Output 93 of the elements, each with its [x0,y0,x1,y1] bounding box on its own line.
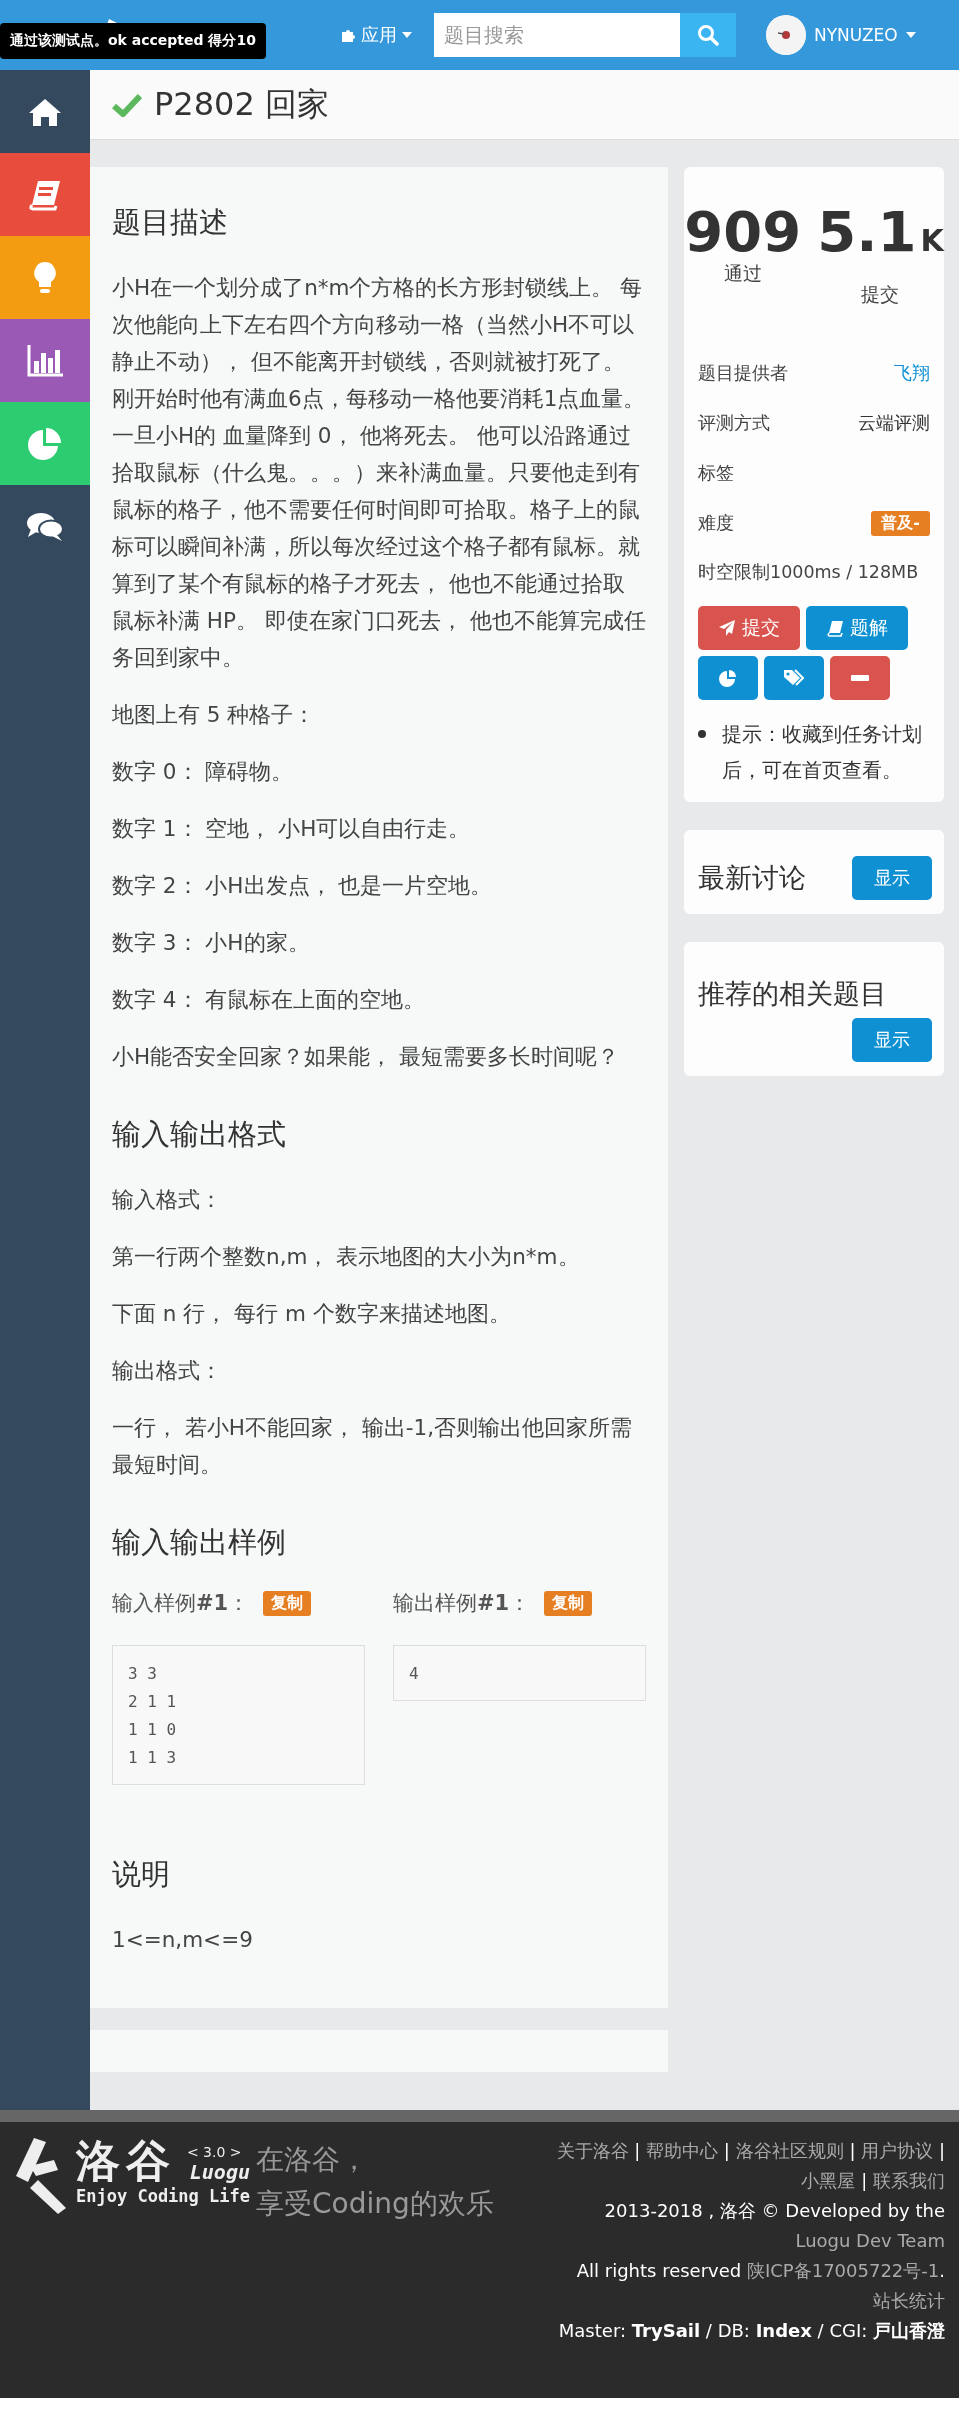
card-title: 最新讨论 [698,861,806,895]
paragraph: 数字 2： 小H出发点， 也是一片空地。 [112,872,494,900]
separator-text: | [723,2140,730,2161]
action-button[interactable]: 题解 [806,606,908,650]
paragraph: 数字 4： 有鼠标在上面的空地。 [112,986,427,1014]
stat-label: 提交 [861,282,900,307]
home-icon [28,96,62,127]
footer-link[interactable]: 站长统计 [873,2290,945,2311]
footer-link[interactable]: 关于洛谷 [556,2140,629,2161]
caret-icon [402,32,412,38]
footer-link[interactable]: 洛谷社区规则 [735,2140,844,2161]
problem-title: P2802 回家 [154,83,329,125]
sample-code: 4 [393,1645,646,1701]
comments-icon [26,511,64,542]
action-button[interactable] [764,656,824,700]
section-heading: 输入输出格式 [112,1116,287,1153]
section-heading: 输入输出样例 [112,1524,287,1561]
section-heading: 说明 [112,1856,171,1893]
footer-logo-text: 洛谷 [76,2136,177,2186]
bar-chart-icon [27,344,63,377]
paragraph: 数字 1： 空地， 小H可以自由行走。 [112,815,472,843]
sample-code: 3 3 2 1 1 1 1 0 1 1 3 [112,1645,365,1785]
card-title: 推荐的相关题目 [698,977,888,1011]
slogan-text: 在洛谷， [256,2142,369,2178]
rights-text: All rights reserved [576,2260,742,2281]
sample-label: 输入样例#1： [112,1590,250,1617]
slogan-text: 享受Coding的欢乐 [256,2186,494,2222]
sample-label: 输出样例#1： [393,1590,531,1617]
info-label: 题目提供者 [698,361,788,385]
info-value: 云端评测 [858,411,930,435]
action-button[interactable] [830,656,890,700]
search-field[interactable]: 题目搜索 [434,13,680,57]
info-label: 标签 [698,461,734,485]
pie-chart-icon [719,669,737,687]
tags-icon [783,669,805,687]
paper-plane-icon [718,619,736,637]
action-button[interactable] [698,656,758,700]
book-icon [826,619,844,637]
section-heading: 题目描述 [112,204,229,241]
sidebar-button[interactable] [0,153,90,236]
motto-text: Enjoy Coding Life [76,2186,250,2206]
lightbulb-icon [33,260,57,295]
footer-link[interactable]: 小黑屋 [801,2170,856,2191]
difficulty-tag: 普及- [871,510,930,536]
info-label: 难度 [698,511,734,535]
apps-menu[interactable]: 应用 [340,23,412,47]
book-icon [28,178,62,211]
paragraph: 数字 0： 障碍物。 [112,758,295,786]
show-button[interactable]: 显示 [852,856,932,900]
separator-text: | [938,2140,945,2161]
footer-link[interactable]: 用户协议 [861,2140,934,2161]
paragraph: 数字 3： 小H的家。 [112,929,311,957]
paragraph: 小H在一个划分成了n*m个方格的长方形封锁线上。 每次他能向上下左右四个方向移动一格（当然小H不可以静止不动）， 但不能离开封锁线，否则就被打死了。刚开始时他有满血6点，每移动一格他要消耗1点血量。一旦小H的 血量降到 0， 他将死去。 他可以沿路通过拾取鼠标（什么鬼。。。）来补满血量。只要他走到有鼠标的格子，他不需要任何时间即可拾取。格子上的鼠标可以瞬间补满，所以每次经过这个格子都有鼠标。就算到了某个有鼠标的格子才死去， 他也不能通过拾取鼠标补满 HP。 即使在家门口死去， 他也不能算完成任务回到家中。 [112,274,646,672]
provider-link[interactable]: 飞翔 [894,361,930,385]
show-button[interactable]: 显示 [852,1018,932,1062]
username[interactable]: NYNUZEO [814,25,898,45]
paragraph: 下面 n 行， 每行 m 个数字来描述地图。 [112,1300,512,1328]
copyright-text: 2013-2018 , 洛谷 © Developed by the [603,2199,945,2223]
pie-chart-icon [28,426,62,461]
search-icon [697,24,719,46]
paragraph: 一行， 若小H不能回家， 输出-1,否则输出他回家所需最短时间。 [112,1414,634,1479]
action-button[interactable]: 提交 [698,606,800,650]
puzzle-icon [340,27,356,43]
tip-text: 提示：收藏到任务计划后，可在首页查看。 [722,721,923,784]
limits-text: 时空限制1000ms / 128MB [698,561,920,584]
paragraph: 1<=n,m<=9 [112,1926,254,1954]
stat-value: 909 [684,203,802,261]
footer-link[interactable]: 帮助中心 [646,2140,719,2161]
period-text: . [939,2260,945,2281]
paragraph: 输入格式： [112,1186,223,1214]
footer-link[interactable]: 陕ICP备17005722号-1 [746,2260,940,2281]
footer-link[interactable]: 联系我们 [873,2170,945,2191]
footer-link[interactable]: Luogu Dev Team [795,2230,945,2251]
separator-text: | [849,2140,856,2161]
separator-text: | [861,2170,868,2191]
tooltip: 通过该测试点。ok accepted 得分10 [0,23,266,59]
stat-value: 5.1 K [817,203,944,266]
minus-icon [851,675,869,681]
separator-text: | [634,2140,641,2161]
paragraph: 第一行两个整数n,m， 表示地图的大小为n*m。 [112,1243,581,1271]
search-button[interactable] [680,13,736,57]
stat-label: 通过 [723,261,762,286]
caret-icon [905,32,916,38]
paragraph: 输出格式： [112,1357,223,1385]
paragraph: 小H能否安全回家？如果能， 最短需要多长时间呢？ [112,1043,620,1071]
sidebar-button[interactable] [0,319,90,402]
paragraph: 地图上有 5 种格子： [112,701,317,729]
brand-text: Luogu [189,2160,250,2184]
bullet-icon [698,730,706,738]
server-text: Master: TrySail / DB: Index / CGI: 戸山香澄 [557,2319,945,2343]
version-text: < 3.0 > [186,2144,243,2160]
avatar[interactable] [766,15,806,55]
info-label: 评测方式 [698,411,770,435]
